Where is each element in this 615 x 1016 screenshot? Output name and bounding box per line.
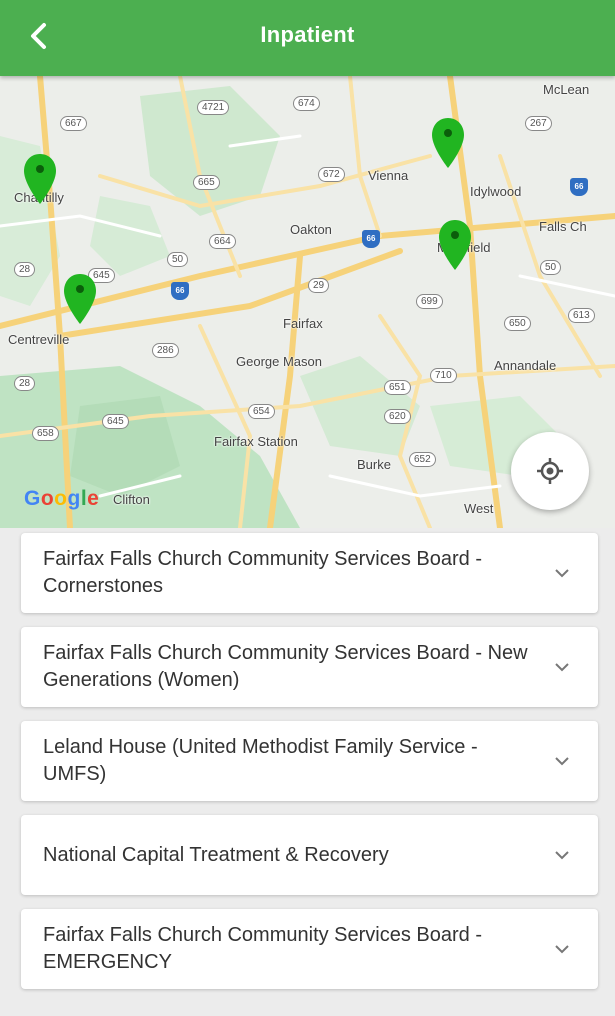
map-label: Centreville xyxy=(8,332,70,347)
location-pin-icon[interactable] xyxy=(62,272,98,326)
chevron-down-icon xyxy=(555,945,569,954)
facility-name: Fairfax Falls Church Community Services … xyxy=(43,548,483,597)
map-label: West xyxy=(464,501,494,516)
route-shield: 620 xyxy=(384,409,411,424)
facility-card[interactable]: Leland House (United Methodist Family Se… xyxy=(21,721,598,801)
chevron-down-icon xyxy=(555,569,569,578)
location-pin-icon[interactable] xyxy=(437,218,473,272)
interstate-shield: 66 xyxy=(570,178,588,196)
route-shield: 674 xyxy=(293,96,320,111)
route-shield: 651 xyxy=(384,380,411,395)
interstate-shield: 66 xyxy=(362,230,380,248)
route-shield: 654 xyxy=(248,404,275,419)
route-shield: 665 xyxy=(193,175,220,190)
facility-name: Fairfax Falls Church Community Services … xyxy=(43,924,483,973)
facility-card[interactable]: Fairfax Falls Church Community Services … xyxy=(21,909,598,989)
my-location-button[interactable] xyxy=(511,432,589,510)
chevron-down-icon xyxy=(555,757,569,766)
facility-name: Fairfax Falls Church Community Services … xyxy=(43,642,528,691)
map-label: Vienna xyxy=(368,168,409,183)
map-label: George Mason xyxy=(236,354,322,369)
map-label: Fairfax Station xyxy=(214,434,298,449)
location-pin-icon[interactable] xyxy=(430,116,466,170)
google-logo: Google xyxy=(24,487,100,510)
page-title: Inpatient xyxy=(260,22,355,47)
route-shield: 29 xyxy=(308,278,330,293)
route-shield: 613 xyxy=(568,308,595,323)
route-shield: 672 xyxy=(318,167,345,182)
route-shield: 710 xyxy=(430,368,457,383)
route-shield: 286 xyxy=(152,343,179,358)
my-location-icon xyxy=(537,458,563,484)
interstate-shield: 66 xyxy=(171,282,189,300)
route-shield: 50 xyxy=(540,260,562,275)
route-shield: 4721 xyxy=(197,100,230,115)
map-label: Oakton xyxy=(290,222,332,237)
facility-name: Leland House (United Methodist Family Se… xyxy=(43,736,478,785)
facility-card[interactable]: National Capital Treatment & Recovery xyxy=(21,815,598,895)
map-label: Clifton xyxy=(113,492,150,507)
route-shield: 645 xyxy=(102,414,129,429)
route-shield: 650 xyxy=(504,316,531,331)
route-shield: 267 xyxy=(525,116,552,131)
facility-name: National Capital Treatment & Recovery xyxy=(43,843,389,866)
map-label: Annandale xyxy=(494,358,557,373)
facility-card[interactable]: Fairfax Falls Church Community Services … xyxy=(21,627,598,707)
chevron-down-icon xyxy=(555,851,569,860)
facility-card[interactable]: Fairfax Falls Church Community Services … xyxy=(21,533,598,613)
chevron-down-icon xyxy=(555,663,569,672)
route-shield: 50 xyxy=(167,252,189,267)
route-shield: 658 xyxy=(32,426,59,441)
route-shield: 699 xyxy=(416,294,443,309)
location-pin-icon[interactable] xyxy=(22,152,58,206)
map-label: Falls Ch xyxy=(539,219,587,234)
map-label: Fairfax xyxy=(283,316,323,331)
route-shield: 652 xyxy=(409,452,436,467)
route-shield: 667 xyxy=(60,116,87,131)
app-header: Inpatient xyxy=(0,0,615,76)
route-shield: 28 xyxy=(14,376,36,391)
map-label: Idylwood xyxy=(470,184,522,199)
facility-list: Fairfax Falls Church Community Services … xyxy=(21,533,598,1003)
map-label: Burke xyxy=(357,457,391,472)
map-label: McLean xyxy=(543,82,590,97)
route-shield: 664 xyxy=(209,234,236,249)
route-shield: 28 xyxy=(14,262,36,277)
